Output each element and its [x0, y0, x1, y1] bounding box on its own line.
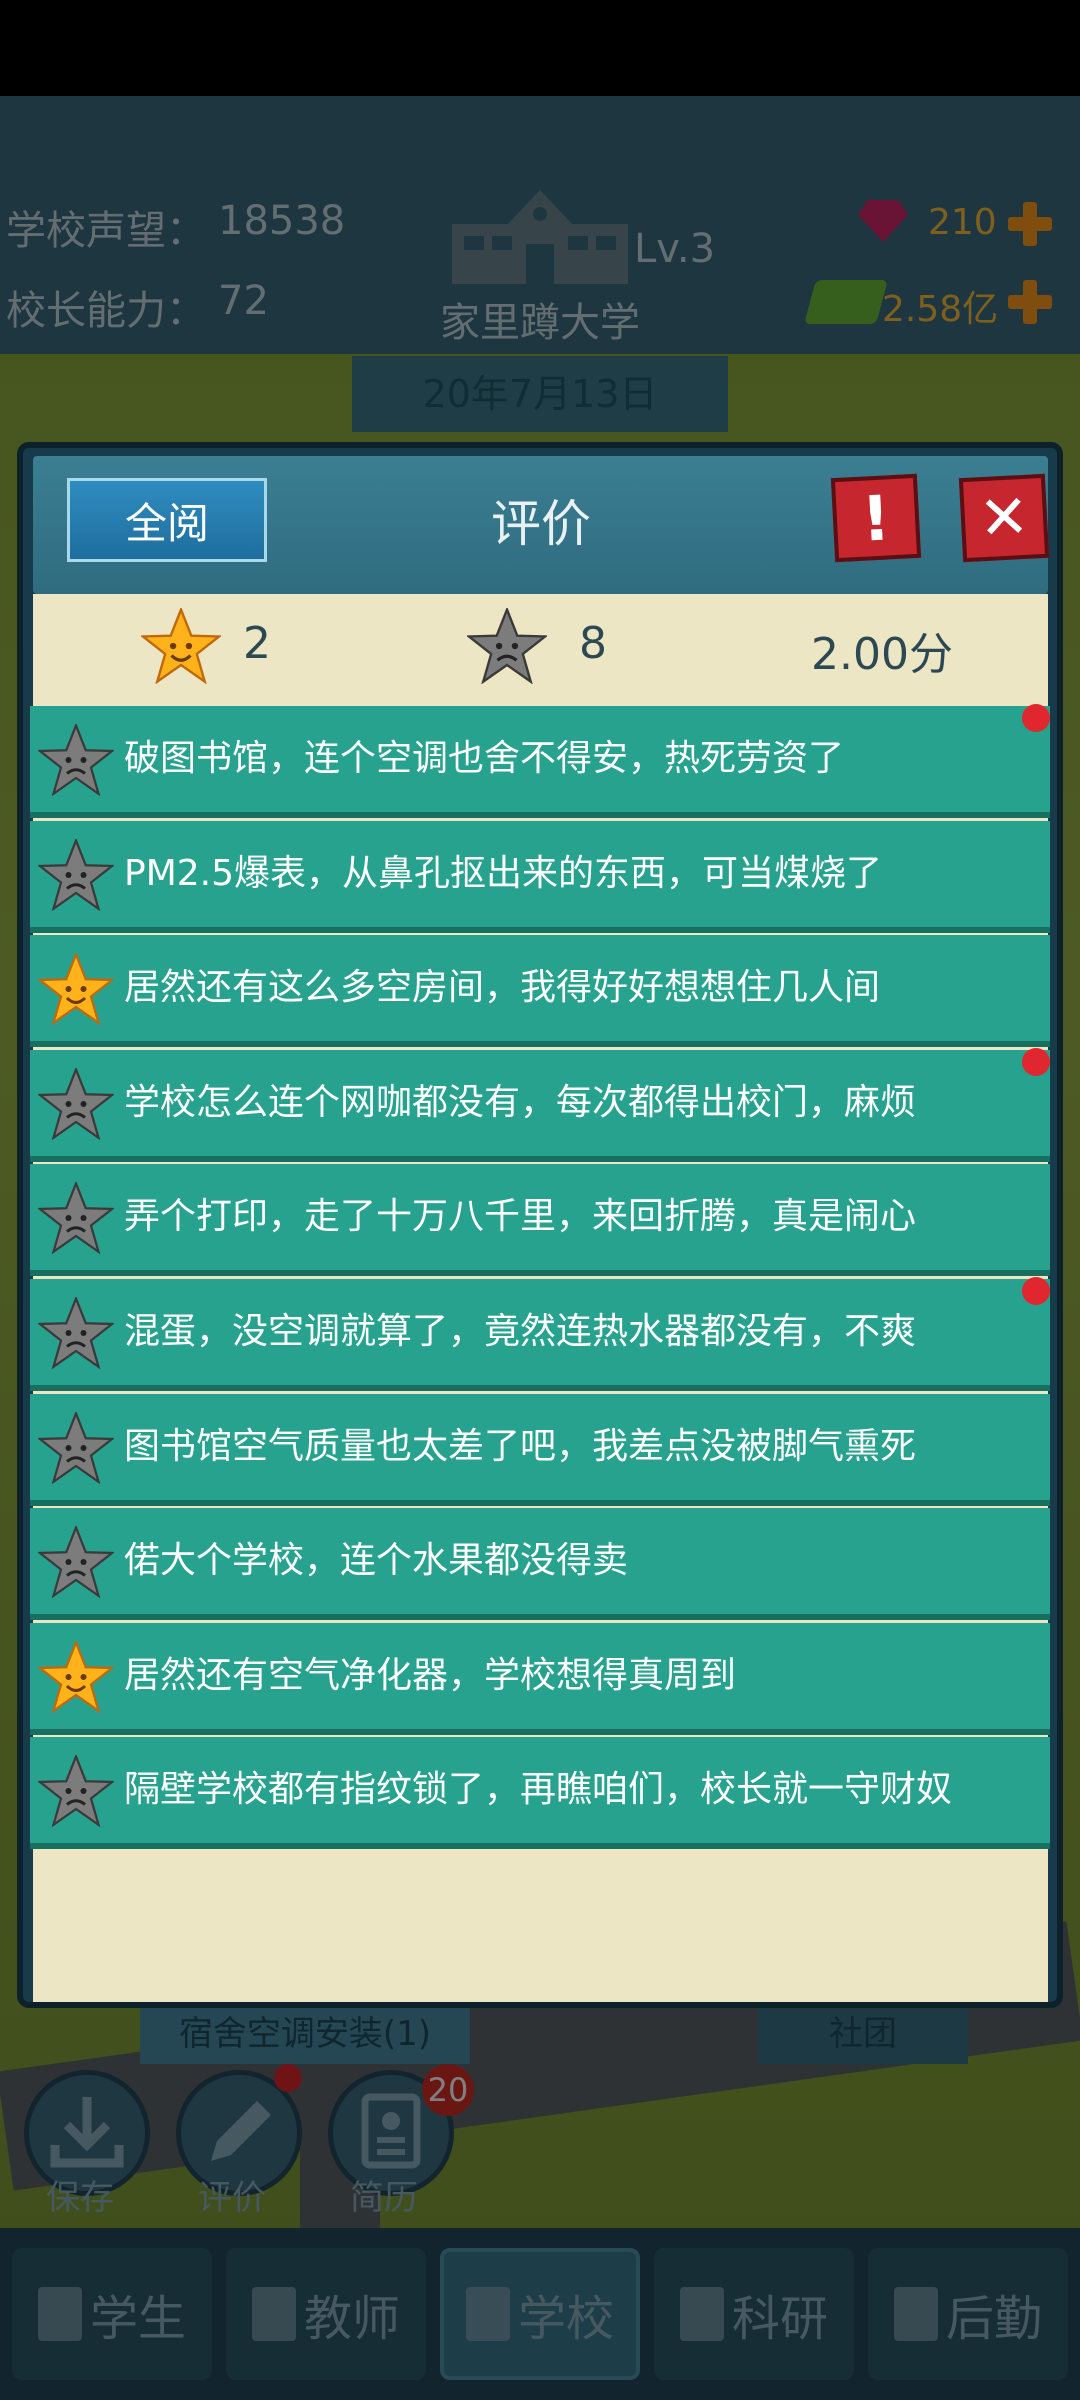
review-row[interactable]: 破图书馆，连个空调也舍不得安，热死劳资了	[30, 706, 1050, 818]
review-text: 居然还有这么多空房间，我得好好想想住几人间	[124, 967, 881, 1009]
unread-dot	[1022, 1047, 1050, 1076]
alert-button[interactable]: !	[830, 473, 922, 563]
review-text: 破图书馆，连个空调也舍不得安，热死劳资了	[124, 738, 845, 779]
exclamation-icon: !	[859, 480, 893, 556]
review-text: 偌大个学校，连个水果都没得卖	[124, 1540, 629, 1582]
review-row[interactable]: 弄个打印，走了十万八千里，来回折腾，真是闹心	[30, 1164, 1050, 1277]
unread-dot	[1022, 1277, 1050, 1305]
close-icon: ✕	[977, 481, 1031, 555]
good-count: 2	[243, 618, 271, 669]
status-bar	[0, 0, 1080, 96]
good-star-icon	[38, 1640, 114, 1713]
bad-count: 8	[579, 618, 607, 669]
read-all-button[interactable]: 全阅	[67, 478, 267, 562]
good-star-icon	[141, 608, 221, 684]
review-row[interactable]: 学校怎么连个网咖都没有，每次都得出校门，麻烦	[30, 1049, 1050, 1162]
review-text: 混蛋，没空调就算了，竟然连热水器都没有，不爽	[124, 1311, 917, 1352]
review-text: 学校怎么连个网咖都没有，每次都得出校门，麻烦	[124, 1081, 917, 1123]
review-text: 居然还有空气净化器，学校想得真周到	[124, 1654, 737, 1696]
good-star-icon	[38, 953, 114, 1026]
bad-star-icon	[467, 608, 547, 684]
bad-star-icon	[38, 1297, 114, 1369]
review-text: 图书馆空气质量也太差了吧，我差点没被脚气熏死	[124, 1425, 917, 1467]
bad-star-icon	[38, 1067, 114, 1140]
bad-star-icon	[38, 1182, 114, 1255]
review-text: PM2.5爆表，从鼻孔抠出来的东西，可当煤烧了	[124, 852, 883, 894]
review-text: 弄个打印，走了十万八千里，来回折腾，真是闹心	[124, 1196, 917, 1238]
dialog-header: 全阅 评价 ! ✕	[33, 456, 1050, 594]
review-row[interactable]: PM2.5爆表，从鼻孔抠出来的东西，可当煤烧了	[30, 820, 1050, 933]
review-row[interactable]: 混蛋，没空调就算了，竟然连热水器都没有，不爽	[30, 1279, 1050, 1391]
close-button[interactable]: ✕	[958, 473, 1050, 563]
review-row[interactable]: 居然还有这么多空房间，我得好好想想住几人间	[30, 935, 1050, 1048]
bad-star-icon	[38, 1411, 114, 1484]
dialog-title: 评价	[491, 495, 591, 553]
review-row[interactable]: 居然还有空气净化器，学校想得真周到	[30, 1622, 1050, 1735]
review-row[interactable]: 偌大个学校，连个水果都没得卖	[30, 1508, 1050, 1621]
bad-star-icon	[38, 1755, 114, 1828]
review-row[interactable]: 图书馆空气质量也太差了吧，我差点没被脚气熏死	[30, 1393, 1050, 1506]
review-row[interactable]: 隔壁学校都有指纹锁了，再瞧咱们，校长就一守财奴	[30, 1737, 1050, 1850]
unread-dot	[1022, 704, 1050, 732]
bad-star-icon	[38, 724, 114, 796]
bad-star-icon	[38, 1526, 114, 1599]
score: 2.00分	[811, 629, 953, 680]
review-text: 隔壁学校都有指纹锁了，再瞧咱们，校长就一守财奴	[124, 1769, 953, 1811]
bad-star-icon	[38, 838, 114, 911]
rating-summary: 2 8 2.00分	[33, 594, 1048, 704]
